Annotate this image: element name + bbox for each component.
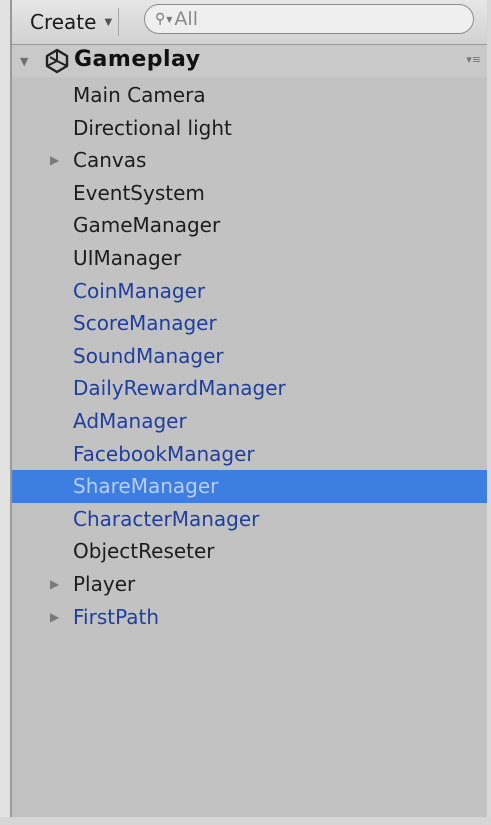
hierarchy-item[interactable]: ScoreManager xyxy=(12,307,487,340)
chevron-down-icon: ▼ xyxy=(104,16,113,28)
window-right-border xyxy=(487,0,491,825)
hierarchy-item-label: Canvas xyxy=(73,148,147,173)
hierarchy-item-label: UIManager xyxy=(73,245,182,270)
hierarchy-window: Create ▼ ⚲ ▼ ▼ Gameplay ▾≡ Main Camera Di… xyxy=(0,0,491,825)
hierarchy-item-label: FirstPath xyxy=(73,604,160,629)
hierarchy-item[interactable]: SoundManager xyxy=(12,340,487,373)
menu-icon[interactable]: ▾≡ xyxy=(466,53,481,66)
triangle-down-icon[interactable]: ▼ xyxy=(20,55,28,68)
hierarchy-item-label: CoinManager xyxy=(73,278,206,303)
create-button[interactable]: Create ▼ xyxy=(22,8,120,36)
window-left-border xyxy=(0,0,10,825)
hierarchy-tree: Main Camera Directional light ▶ Canvas Event… xyxy=(12,79,487,633)
hierarchy-item[interactable]: Main Camera xyxy=(12,79,487,112)
hierarchy-item[interactable]: ObjectReseter xyxy=(12,535,487,568)
search-field[interactable]: ⚲ ▼ xyxy=(144,4,474,34)
hierarchy-item-label: ScoreManager xyxy=(73,311,217,336)
hierarchy-item-label: Player xyxy=(73,571,136,596)
hierarchy-item-label: GameManager xyxy=(73,213,221,238)
hierarchy-item[interactable]: Directional light xyxy=(12,112,487,145)
search-input[interactable] xyxy=(174,8,455,30)
hierarchy-item-label: Main Camera xyxy=(73,83,206,107)
triangle-right-icon[interactable]: ▶ xyxy=(50,144,59,177)
hierarchy-item-label: Directional light xyxy=(73,115,232,140)
unity-scene-icon xyxy=(45,48,69,74)
hierarchy-item[interactable]: DailyRewardManager xyxy=(12,372,487,405)
window-bottom-border xyxy=(0,817,491,825)
hierarchy-item[interactable]: EventSystem xyxy=(12,177,487,210)
hierarchy-item[interactable]: ShareManager xyxy=(12,470,487,503)
hierarchy-item-label: FacebookManager xyxy=(73,441,255,466)
hierarchy-item[interactable]: GameManager xyxy=(12,209,487,242)
hierarchy-item[interactable]: AdManager xyxy=(12,405,487,438)
hierarchy-item-label: AdManager xyxy=(73,408,187,433)
hierarchy-item-label: DailyRewardManager xyxy=(73,376,286,401)
hierarchy-item[interactable]: FacebookManager xyxy=(12,438,487,471)
search-icon[interactable]: ⚲ xyxy=(155,11,165,27)
hierarchy-toolbar: Create ▼ ⚲ ▼ xyxy=(12,0,487,45)
hierarchy-item-label: SoundManager xyxy=(73,343,224,368)
create-button-label: Create xyxy=(30,10,97,34)
hierarchy-item[interactable]: ▶ FirstPath xyxy=(12,601,487,634)
triangle-right-icon[interactable]: ▶ xyxy=(50,601,59,634)
triangle-right-icon[interactable]: ▶ xyxy=(50,568,59,601)
scene-name: Gameplay xyxy=(74,47,201,72)
hierarchy-item[interactable]: ▶ Player xyxy=(12,568,487,601)
scene-header-gameplay[interactable]: ▼ Gameplay ▾≡ xyxy=(12,45,487,77)
hierarchy-item-label: CharacterManager xyxy=(73,506,260,531)
search-filter-chevron-icon[interactable]: ▼ xyxy=(166,15,172,24)
hierarchy-item[interactable]: CharacterManager xyxy=(12,503,487,536)
hierarchy-item-label: ObjectReseter xyxy=(73,539,215,564)
hierarchy-item-label: ShareManager xyxy=(73,474,219,499)
hierarchy-item[interactable]: ▶ Canvas xyxy=(12,144,487,177)
hierarchy-item[interactable]: CoinManager xyxy=(12,275,487,308)
hierarchy-item-label: EventSystem xyxy=(73,180,205,205)
hierarchy-item[interactable]: UIManager xyxy=(12,242,487,275)
